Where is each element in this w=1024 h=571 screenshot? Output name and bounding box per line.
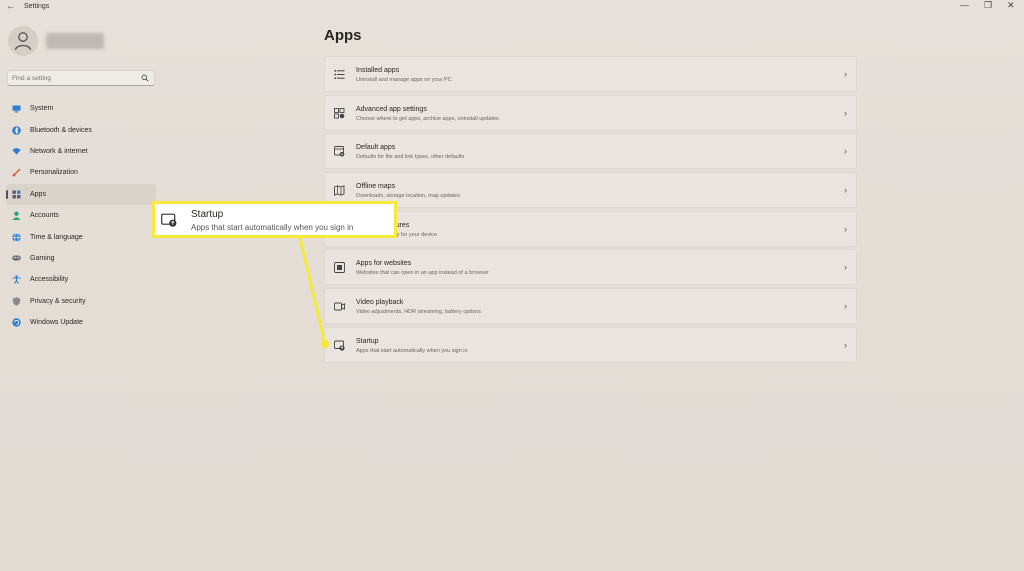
callout-title: Startup — [191, 209, 224, 220]
startup-callout: Startup Apps that start automatically wh… — [152, 201, 397, 238]
callout-subtitle: Apps that start automatically when you s… — [191, 223, 354, 232]
callout-leader-line — [298, 237, 330, 349]
startup-icon — [161, 213, 177, 227]
